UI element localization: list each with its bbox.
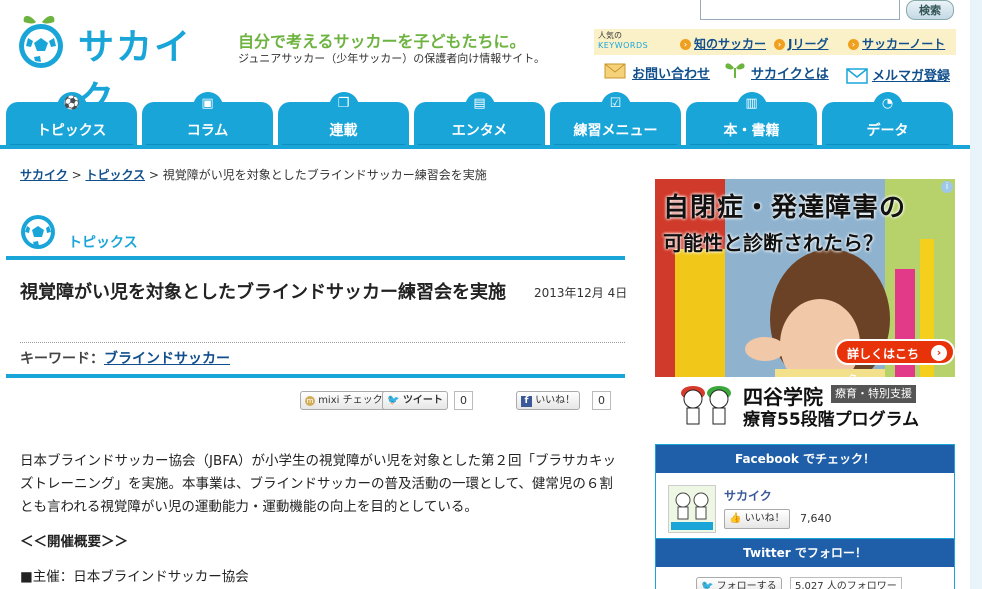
checkbox-icon: ☑ (609, 96, 622, 111)
section-header: トピックス (6, 214, 625, 260)
article-keywords: キーワード：ブラインドサッカー (20, 351, 230, 367)
soccer-ball-icon: ⚽ (63, 96, 80, 111)
twitter-bird-icon: 🐦 (387, 395, 400, 406)
keyword-link[interactable]: › Jリーグ (774, 35, 828, 52)
nav-tab-practice-menu[interactable]: ☑ 練習メニュー (550, 92, 681, 148)
nav-underline (0, 145, 970, 149)
facebook-widget: Facebook でチェック！ サカイク 👍 いいね！ 7,640 (655, 444, 955, 539)
ad-program-name: 療育55段階プログラム (743, 410, 920, 429)
envelope-icon (604, 63, 626, 79)
article-date: 2013年12月 4日 (534, 286, 628, 300)
soccer-ball-icon (21, 215, 55, 249)
ad-headline: 自閉症・発達障害の (663, 193, 907, 223)
breadcrumb-current: 視覚障がい児を対象としたブラインドサッカー練習会を実施 (162, 168, 487, 182)
site-tagline: 自分で考えるサッカーを子どもたちに。 (238, 32, 526, 51)
arrow-right-icon: › (848, 39, 859, 50)
article-title: 視覚障がい児を対象としたブラインドサッカー練習会を実施 (20, 282, 506, 303)
ad-info-icon[interactable]: i (941, 181, 953, 193)
page-edge-strip (970, 0, 982, 589)
facebook-like-count: 7,640 (800, 512, 832, 525)
ad-banner[interactable]: 自閉症・発達障害の 可能性と診断されたら？ 詳しくはこちら› 四谷学院 療育・特… (655, 179, 955, 429)
nav-tab-column[interactable]: ▣ コラム (142, 92, 273, 148)
ad-cta-button[interactable]: 詳しくはこちら› (835, 339, 955, 387)
nav-tab-series[interactable]: ❐ 連載 (278, 92, 409, 148)
breadcrumb-topics-link[interactable]: トピックス (85, 168, 145, 182)
facebook-page-thumbnail[interactable] (668, 485, 716, 533)
newsletter-link[interactable]: メルマガ登録 (872, 65, 950, 84)
search-button[interactable]: 検索 (906, 0, 954, 20)
section-title: トピックス (68, 235, 138, 251)
nav-tab-data[interactable]: ◔ データ (822, 92, 953, 148)
nav-tab-entertainment[interactable]: ▤ エンタメ (414, 92, 545, 148)
arrow-right-icon: › (931, 345, 947, 361)
tweet-button[interactable]: 🐦 ツイート (382, 391, 448, 410)
facebook-icon: f (521, 396, 532, 407)
ad-subheadline: 可能性と診断されたら？ (663, 231, 883, 255)
facebook-page-like-button[interactable]: 👍 いいね！ (724, 509, 790, 529)
film-icon: ▤ (473, 96, 486, 111)
arrow-right-icon: › (774, 39, 785, 50)
like-count: 0 (592, 391, 611, 410)
box-icon: ▣ (201, 96, 214, 111)
ad-footer: 四谷学院 療育・特別支援 療育55段階プログラム (655, 377, 955, 429)
facebook-widget-heading: Facebook でチェック！ (656, 445, 954, 473)
body-paragraph: 日本ブラインドサッカー協会（JBFA）が小学生の視覚障がい児を対象とした第２回「… (20, 453, 617, 515)
breadcrumb-home-link[interactable]: サカイク (20, 168, 68, 182)
tweet-count: 0 (454, 391, 473, 410)
twitter-follow-button[interactable]: 🐦 フォローする (696, 577, 782, 589)
popular-keywords-bar: 人気の KEYWORDS › 知のサッカー › Jリーグ › サッカーノート (594, 29, 956, 55)
ad-tag: 療育・特別支援 (831, 385, 916, 403)
mascot-characters-icon (681, 386, 731, 425)
soccer-ball-logo-icon (19, 15, 63, 68)
book-icon: ▥ (745, 96, 758, 111)
twitter-bird-icon: 🐦 (701, 581, 714, 589)
twitter-widget: Twitter でフォロー！ 🐦 フォローする 5,027 人のフォロワー (655, 538, 955, 589)
site-subtagline: ジュニアサッカー（少年サッカー）の保護者向け情報サイト。 (238, 52, 546, 65)
facebook-like-button[interactable]: f いいね！ (516, 391, 581, 410)
facebook-page-name[interactable]: サカイク (724, 487, 772, 504)
mail-open-icon (846, 68, 868, 84)
contact-link[interactable]: お問い合わせ (632, 63, 710, 82)
keywords-label: 人気の KEYWORDS (598, 31, 649, 50)
breadcrumb: サカイク > トピックス > 視覚障がい児を対象としたブラインドサッカー練習会を… (20, 168, 487, 182)
keyword-divider (6, 374, 625, 378)
pages-icon: ❐ (337, 96, 350, 111)
twitter-follower-count: 5,027 人のフォロワー (790, 577, 902, 589)
keyword-link[interactable]: ブラインドサッカー (104, 351, 230, 367)
nav-tab-topics[interactable]: ⚽ トピックス (6, 92, 137, 148)
article-body: 日本ブラインドサッカー協会（JBFA）が小学生の視覚障がい児を対象とした第２回「… (20, 450, 625, 589)
about-link[interactable]: サカイクとは (751, 63, 829, 82)
keyword-link[interactable]: › 知のサッカー (680, 35, 766, 52)
mixi-icon: m (305, 396, 315, 406)
twitter-widget-heading: Twitter でフォロー！ (656, 539, 954, 567)
sakaiku-mascot-icon (671, 492, 713, 530)
pie-chart-icon: ◔ (881, 96, 894, 111)
keyword-link[interactable]: › サッカーノート (848, 35, 945, 52)
title-divider (20, 342, 625, 343)
global-nav: ⚽ トピックス ▣ コラム ❐ 連載 ▤ エンタメ ☑ 練習メニュー ▥ 本・書… (0, 92, 982, 152)
arrow-right-icon: › (680, 39, 691, 50)
sprout-icon (725, 63, 745, 78)
body-heading: ＜＜開催概要＞＞ (20, 534, 128, 550)
site-logo[interactable]: サカイク (14, 8, 220, 120)
nav-tab-books[interactable]: ▥ 本・書籍 (686, 92, 817, 148)
thumbs-up-icon: 👍 (729, 513, 742, 524)
body-paragraph: ■主催：日本ブラインドサッカー協会 (20, 569, 249, 585)
search-input[interactable] (700, 0, 900, 20)
mixi-check-button[interactable]: m mixi チェック (300, 391, 388, 410)
